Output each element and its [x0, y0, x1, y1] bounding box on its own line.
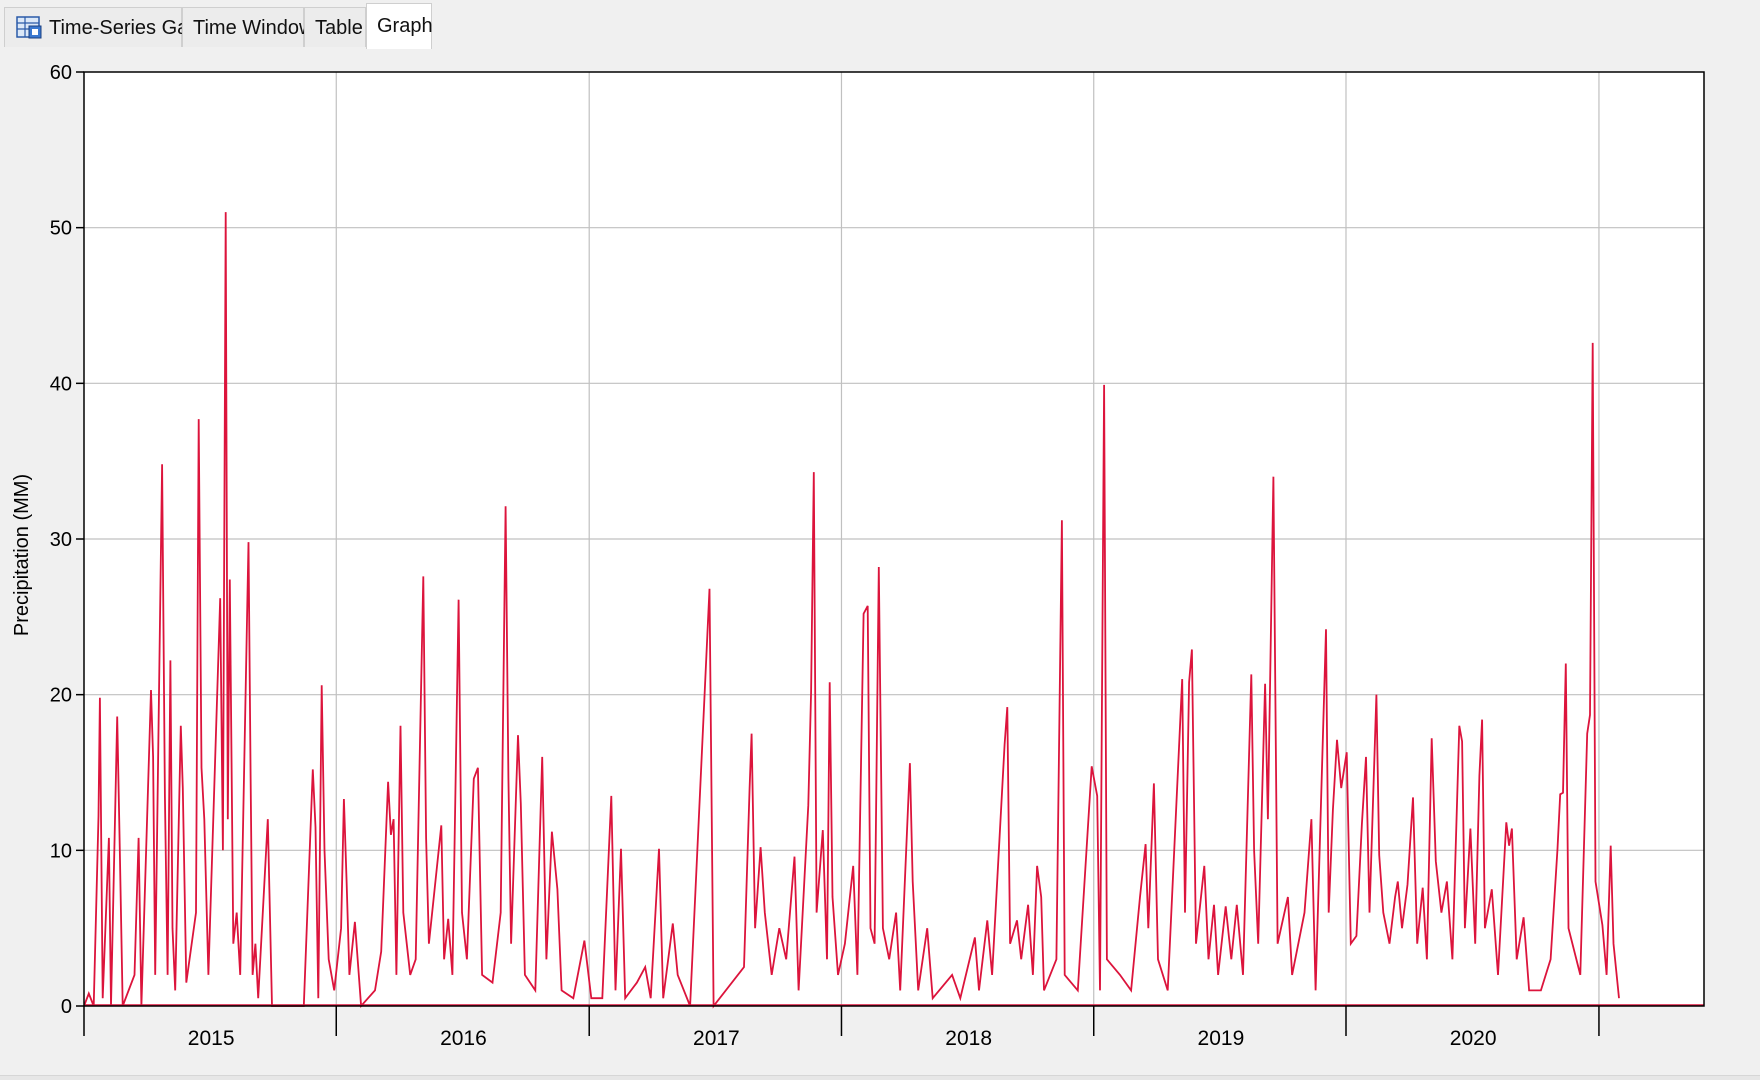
bottom-border: [0, 1075, 1760, 1080]
tab-time-window[interactable]: Time Window: [182, 7, 313, 47]
tab-label: Graph: [377, 15, 433, 37]
x-axis: 2015 2016 2017 2018 2019 2020: [83, 1006, 1600, 1050]
y-tick-label: 10: [50, 840, 72, 862]
chart-panel: 0 10 20 30 40 50 60 2015 2016 2017 2018 2019 2020 P…: [0, 50, 1760, 1075]
tab-graph[interactable]: Graph: [366, 3, 433, 49]
tab-time-series-gage[interactable]: Time-Series Gage: [4, 7, 211, 47]
y-tick-label: 40: [50, 373, 72, 395]
y-axis-label: Precipitation (MM): [11, 474, 33, 636]
precipitation-chart: 0 10 20 30 40 50 60 2015 2016 2017 2018 2019 2020 P…: [11, 62, 1705, 1050]
y-tick-label: 30: [50, 529, 72, 551]
x-tick-label: 2018: [945, 1027, 992, 1050]
tab-table[interactable]: Table: [304, 7, 366, 47]
x-tick-label: 2016: [440, 1027, 487, 1050]
tab-label: Table: [315, 17, 363, 39]
x-tick-label: 2017: [693, 1027, 740, 1050]
y-axis: 0 10 20 30 40 50 60: [50, 62, 84, 1018]
y-tick-label: 60: [50, 62, 72, 84]
y-tick-label: 0: [61, 996, 72, 1018]
x-tick-label: 2015: [188, 1027, 235, 1050]
x-tick-label: 2019: [1198, 1027, 1245, 1050]
tab-bar: Time-Series Gage Time Window Table Graph: [0, 0, 1760, 51]
y-tick-label: 20: [50, 685, 72, 707]
gage-table-icon: [16, 15, 42, 39]
x-tick-label: 2020: [1450, 1027, 1497, 1050]
tab-label: Time Window: [193, 17, 314, 39]
y-tick-label: 50: [50, 218, 72, 240]
